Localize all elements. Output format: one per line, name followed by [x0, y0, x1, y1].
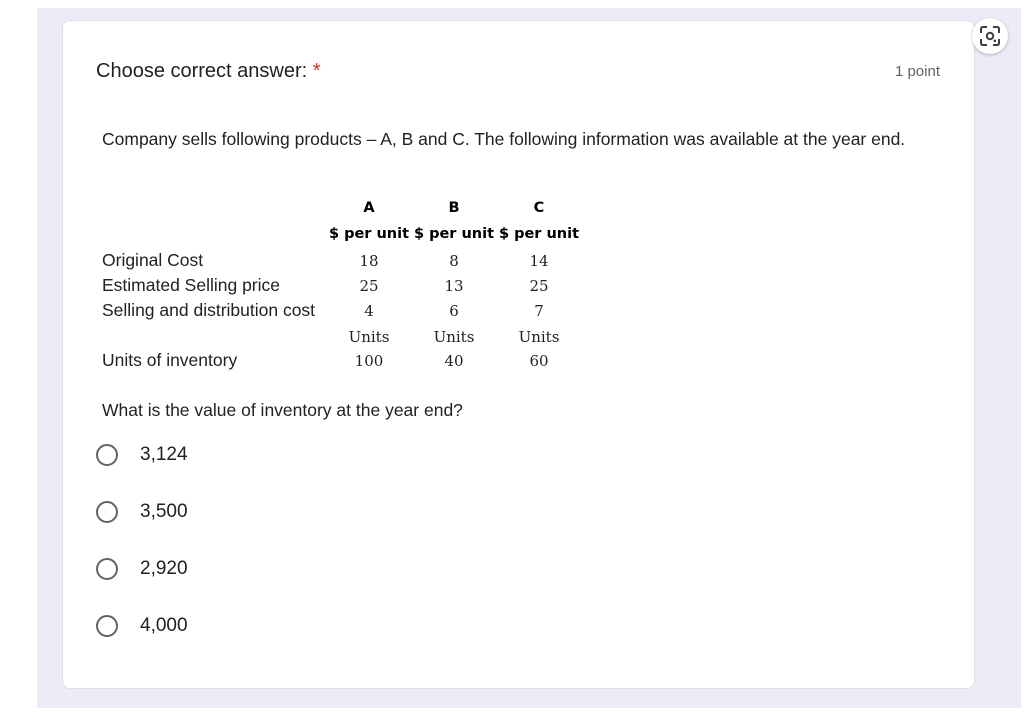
option-label: 3,124: [140, 444, 188, 465]
table-unit-header-a: $ per unit: [328, 226, 410, 242]
question-text: What is the value of inventory at the ye…: [102, 400, 463, 420]
answer-option[interactable]: 4,000: [96, 611, 188, 641]
radio-unchecked-icon[interactable]: [96, 558, 118, 580]
table-cell: 40: [444, 352, 464, 370]
answer-option[interactable]: 3,124: [96, 440, 188, 470]
table-cell: 14: [529, 252, 549, 270]
answer-option[interactable]: 2,920: [96, 554, 188, 584]
table-cell: 4: [364, 302, 374, 320]
table-cell: 60: [529, 352, 549, 370]
table-cell: 18: [359, 252, 379, 270]
google-lens-button[interactable]: [972, 18, 1008, 54]
table-cell: 100: [354, 352, 384, 370]
question-title: Choose correct answer: *: [96, 60, 321, 83]
table-cell: 8: [449, 252, 459, 270]
required-asterisk: *: [312, 60, 321, 82]
points-label: 1 point: [894, 63, 940, 80]
google-lens-icon: [980, 26, 1000, 46]
table-row-label: Original Cost: [102, 250, 204, 270]
table-unit-header-b: $ per unit: [413, 226, 495, 242]
table-row-label: Estimated Selling price: [102, 275, 280, 295]
table-units-header-c: Units: [518, 328, 560, 346]
table-unit-header-c: $ per unit: [498, 226, 580, 242]
answer-option[interactable]: 3,500: [96, 497, 188, 527]
table-header-product-b: B: [448, 200, 460, 216]
option-label: 4,000: [140, 615, 188, 636]
question-title-text: Choose correct answer:: [96, 60, 308, 82]
table-cell: 25: [359, 277, 379, 295]
radio-unchecked-icon[interactable]: [96, 501, 118, 523]
question-intro-text: Company sells following products – A, B …: [102, 129, 906, 149]
table-row-label: Selling and distribution cost: [102, 300, 316, 320]
radio-unchecked-icon[interactable]: [96, 444, 118, 466]
table-units-header-a: Units: [348, 328, 390, 346]
option-label: 3,500: [140, 501, 188, 522]
table-cell: 7: [534, 302, 544, 320]
table-header-product-c: C: [533, 200, 545, 216]
table-units-header-b: Units: [433, 328, 475, 346]
option-label: 2,920: [140, 558, 188, 579]
table-cell: 13: [444, 277, 464, 295]
table-cell: 6: [449, 302, 459, 320]
table-header-product-a: A: [363, 200, 375, 216]
radio-unchecked-icon[interactable]: [96, 615, 118, 637]
table-cell: 25: [529, 277, 549, 295]
question-image: Company sells following products – A, B …: [102, 128, 952, 420]
table-row-label: Units of inventory: [102, 350, 238, 370]
